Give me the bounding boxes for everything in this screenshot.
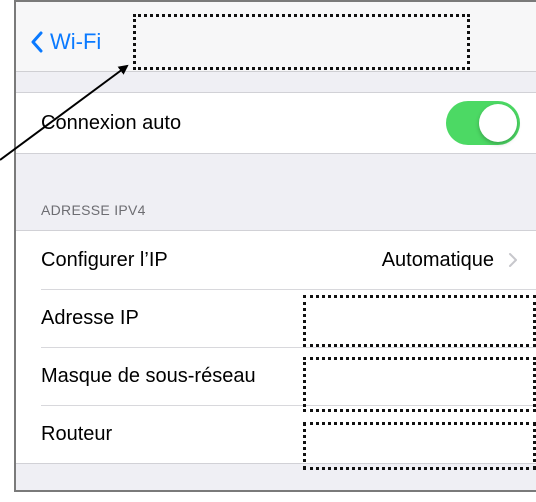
redacted-router bbox=[303, 422, 536, 470]
configure-ip-value: Automatique bbox=[381, 248, 494, 271]
toggle-knob bbox=[479, 104, 517, 142]
router-label: Routeur bbox=[41, 422, 113, 445]
auto-join-label: Connexion auto bbox=[41, 111, 182, 134]
ip-address-label: Adresse IP bbox=[41, 306, 139, 329]
auto-join-toggle[interactable] bbox=[446, 101, 520, 145]
back-button-label: Wi-Fi bbox=[50, 29, 102, 54]
chevron-left-icon bbox=[31, 31, 43, 53]
back-button[interactable]: Wi-Fi bbox=[30, 26, 101, 58]
ipv4-section-header: ADRESSE IPV4 bbox=[41, 202, 146, 218]
redacted-subnet-mask bbox=[303, 357, 536, 412]
settings-screen: Wi-Fi Connexion auto ADRESSE IPV4 Config… bbox=[14, 0, 536, 492]
chevron-right-icon bbox=[509, 253, 517, 267]
redacted-network-name bbox=[133, 14, 470, 70]
subnet-mask-label: Masque de sous-réseau bbox=[41, 364, 256, 387]
redacted-ip-address bbox=[303, 295, 536, 347]
configure-ip-row[interactable]: Configurer l’IP Automatique bbox=[16, 231, 536, 289]
auto-join-row: Connexion auto bbox=[16, 93, 536, 153]
navigation-bar: Wi-Fi bbox=[16, 2, 536, 72]
configure-ip-label: Configurer l’IP bbox=[41, 248, 168, 271]
auto-join-section: Connexion auto bbox=[16, 92, 536, 154]
